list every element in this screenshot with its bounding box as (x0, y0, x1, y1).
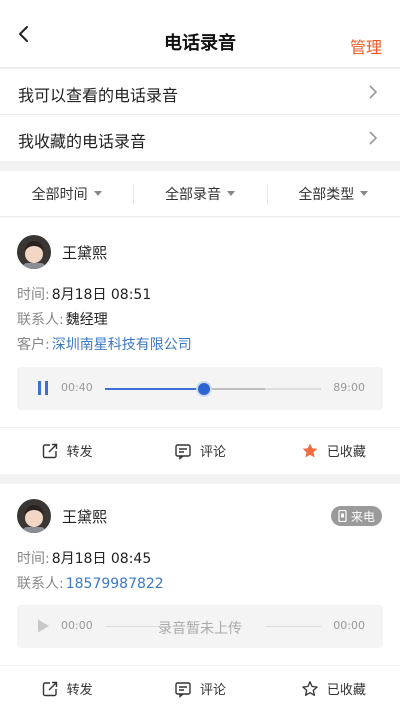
user-name: 王黛熙 (62, 508, 108, 526)
avatar[interactable] (17, 235, 51, 269)
link-label: 我可以查看的电话录音 (18, 86, 179, 105)
current-time: 00:40 (61, 381, 93, 394)
pause-icon[interactable] (35, 380, 51, 396)
nav-header: 电话录音 管理 (0, 0, 400, 68)
upload-status: 录音暂未上传 (158, 621, 242, 637)
time-value: 8月18日 08:51 (51, 287, 152, 303)
audio-player-disabled: 00:00 录音暂未上传 00:00 (17, 605, 383, 648)
contact-phone-link[interactable]: 18579987822 (66, 576, 164, 592)
filter-label: 全部录音 (164, 186, 221, 203)
filter-recording-dropdown[interactable]: 全部录音 (133, 171, 266, 216)
comment-label: 评论 (199, 683, 226, 698)
page-title: 电话录音 (164, 33, 236, 54)
link-favorite-recordings[interactable]: 我收藏的电话录音 (0, 115, 400, 161)
favorite-label: 已收藏 (326, 683, 366, 698)
filter-label: 全部类型 (298, 186, 355, 203)
user-name: 王黛熙 (62, 244, 108, 262)
time-value: 8月18日 08:45 (51, 551, 152, 567)
chevron-right-icon (369, 131, 378, 145)
phone-icon (338, 510, 347, 522)
comment-button[interactable]: 评论 (133, 428, 266, 473)
link-viewable-recordings[interactable]: 我可以查看的电话录音 (0, 69, 400, 115)
time-label: 时间: (17, 287, 50, 303)
star-outline-icon (302, 680, 318, 696)
star-filled-icon (302, 443, 318, 457)
caret-down-icon (360, 191, 369, 196)
share-icon (42, 443, 57, 458)
favorite-label: 已收藏 (326, 445, 366, 460)
recording-card: 王黛熙 时间: 8月18日 08:51 联系人: 魏经理 客户: 深圳南星科技有限公司… (0, 218, 400, 474)
filter-time-dropdown[interactable]: 全部时间 (0, 171, 133, 216)
total-time: 00:00 (333, 619, 365, 632)
customer-row: 客户: 深圳南星科技有限公司 (17, 334, 192, 354)
time-row: 时间: 8月18日 08:51 (17, 284, 151, 304)
incoming-call-badge: 来电 (330, 506, 382, 526)
recording-card: 王黛熙 来电 时间: 8月18日 08:45 联系人: 18579987822 00… (0, 484, 400, 710)
comment-button[interactable]: 评论 (133, 666, 266, 710)
comment-label: 评论 (199, 445, 226, 460)
favorite-button[interactable]: 已收藏 (267, 428, 400, 473)
chevron-right-icon (369, 85, 378, 99)
contact-row: 联系人: 18579987822 (17, 573, 164, 593)
caret-down-icon (226, 191, 235, 196)
filter-label: 全部时间 (31, 186, 88, 203)
contact-row: 联系人: 魏经理 (17, 309, 108, 329)
card-actions: 转发 评论 已收藏 (0, 427, 400, 473)
contact-label: 联系人: (17, 312, 64, 328)
manage-button[interactable]: 管理 (350, 34, 382, 58)
progress-thumb[interactable] (198, 383, 211, 395)
progress-fill (105, 388, 205, 390)
time-row: 时间: 8月18日 08:45 (17, 548, 151, 568)
contact-value: 魏经理 (65, 312, 108, 328)
contact-label: 联系人: (17, 576, 64, 592)
comment-icon (175, 443, 191, 460)
filter-type-dropdown[interactable]: 全部类型 (266, 171, 400, 216)
recording-links: 我可以查看的电话录音 我收藏的电话录音 (0, 69, 400, 161)
forward-label: 转发 (66, 683, 93, 698)
forward-label: 转发 (66, 445, 93, 460)
customer-label: 客户: (17, 337, 50, 353)
forward-button[interactable]: 转发 (0, 428, 133, 473)
total-time: 89:00 (333, 381, 365, 394)
card-actions: 转发 评论 已收藏 (0, 665, 400, 710)
link-label: 我收藏的电话录音 (18, 132, 147, 151)
filter-bar: 全部时间 全部录音 全部类型 (0, 171, 400, 217)
forward-button[interactable]: 转发 (0, 666, 133, 710)
customer-link[interactable]: 深圳南星科技有限公司 (52, 337, 192, 353)
avatar[interactable] (17, 499, 51, 533)
time-label: 时间: (17, 551, 50, 567)
caret-down-icon (93, 191, 102, 196)
progress-track-right (265, 626, 321, 627)
progress-track[interactable] (105, 383, 321, 395)
favorite-button[interactable]: 已收藏 (267, 666, 400, 710)
badge-label: 来电 (350, 509, 375, 524)
audio-player: 00:40 89:00 (17, 367, 383, 410)
comment-icon (175, 681, 191, 698)
share-icon (42, 681, 57, 696)
